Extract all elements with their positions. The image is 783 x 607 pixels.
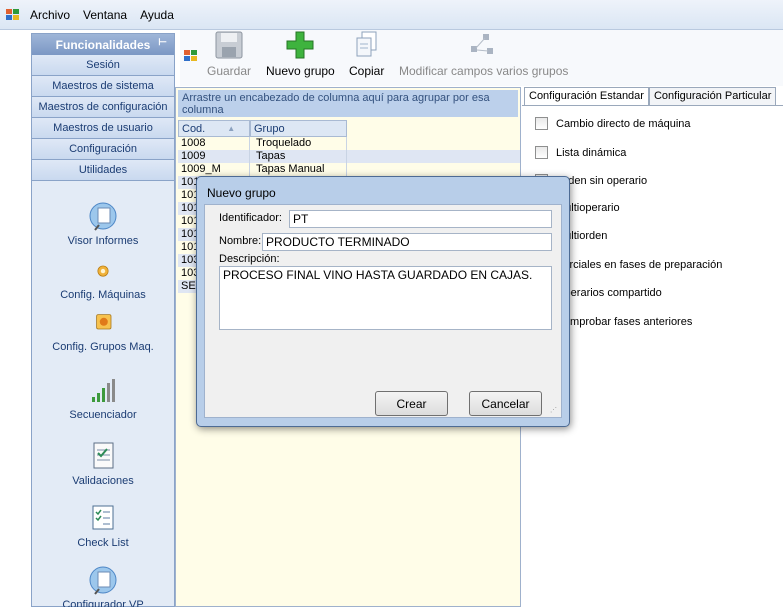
resize-grip-icon[interactable]: ⋰: [550, 406, 559, 415]
new-group-button[interactable]: Nuevo grupo: [266, 30, 335, 78]
option-label: Lista dinámica: [556, 146, 627, 159]
sidebar-item-utilidades[interactable]: Utilidades: [32, 160, 174, 181]
new-group-dialog: Nuevo grupo Identificador: PT Nombre: PR…: [196, 176, 570, 427]
tool-label: Validaciones: [72, 475, 134, 487]
signal-bars-icon: [92, 379, 115, 402]
tool-config-maquinas[interactable]: Config. Máquinas: [32, 263, 174, 313]
cancel-button[interactable]: Cancelar: [469, 391, 542, 416]
group-by-area[interactable]: Arrastre un encabezado de columna aquí p…: [178, 90, 518, 117]
tool-label: Secuenciador: [69, 409, 137, 421]
identifier-label: Identificador:: [219, 212, 282, 224]
copy-label: Copiar: [349, 64, 385, 78]
modify-fields-button[interactable]: Modificar campos varios grupos: [399, 30, 568, 78]
column-header-grupo[interactable]: Grupo: [250, 120, 347, 137]
document-check-icon: [93, 442, 114, 469]
cell-grupo: Tapas: [250, 150, 347, 163]
tool-check-list[interactable]: Check List: [32, 503, 174, 565]
identifier-field[interactable]: PT: [289, 210, 552, 228]
option-label: Cambio directo de máquina: [556, 117, 691, 130]
tool-label: Config. Grupos Maq.: [52, 341, 154, 353]
column-header-cod-label: Cod.: [182, 122, 206, 135]
sidebar: Funcionalidades ⊢ Sesión Maestros de sis…: [31, 33, 175, 607]
table-row[interactable]: 1009 Tapas: [178, 150, 520, 163]
network-icon: [470, 34, 493, 54]
tool-label: Config. Máquinas: [60, 289, 146, 301]
checkbox[interactable]: [535, 146, 548, 159]
menu-archivo[interactable]: Archivo: [30, 8, 70, 22]
tool-visor-informes[interactable]: Visor Informes: [32, 201, 174, 263]
tab-configuracion-particular[interactable]: Configuración Particular: [648, 87, 777, 105]
tool-label: Check List: [77, 537, 129, 549]
save-button[interactable]: Guardar: [207, 30, 251, 78]
tool-configurador-vp[interactable]: Configurador VP: [32, 565, 174, 607]
name-field[interactable]: PRODUCTO TERMINADO: [262, 233, 552, 251]
table-row[interactable]: 1009_M Tapas Manual: [178, 163, 520, 176]
dialog-title: Nuevo grupo: [207, 186, 276, 200]
sort-asc-icon: ▲: [227, 124, 236, 133]
toolbar-grip-icon: [184, 50, 198, 62]
save-label: Guardar: [207, 64, 252, 78]
new-group-label: Nuevo grupo: [266, 64, 335, 78]
sidebar-item-maestros-sistema[interactable]: Maestros de sistema: [32, 76, 174, 97]
cell-cod: 1009: [178, 150, 250, 163]
magnifier-doc-icon: [89, 566, 117, 595]
create-button[interactable]: Crear: [375, 391, 448, 416]
menu-ayuda[interactable]: Ayuda: [140, 8, 174, 22]
machine-group-icon: [96, 314, 112, 330]
sidebar-item-sesion[interactable]: Sesión: [32, 55, 174, 76]
dialog-body: Identificador: PT Nombre: PRODUCTO TERMI…: [204, 204, 562, 418]
copy-icon: [356, 31, 377, 57]
cell-grupo: Tapas Manual: [250, 163, 347, 176]
tool-label: Visor Informes: [67, 235, 139, 247]
tool-label: Configurador VP: [62, 599, 144, 607]
name-label: Nombre:: [219, 235, 262, 247]
checklist-icon: [92, 505, 114, 530]
modify-fields-label: Modificar campos varios grupos: [399, 64, 569, 78]
grid-header: Cod. ▲ Grupo: [178, 120, 520, 137]
pin-icon[interactable]: ⊢: [158, 37, 167, 48]
menu-ventana[interactable]: Ventana: [83, 8, 127, 22]
checkbox[interactable]: [535, 117, 548, 130]
option-lista-dinamica[interactable]: Lista dinámica: [535, 146, 626, 159]
cell-grupo: Troquelado: [250, 137, 347, 150]
sidebar-title: Funcionalidades: [55, 37, 151, 52]
sidebar-header: Funcionalidades ⊢: [32, 34, 174, 55]
tool-secuenciador[interactable]: Secuenciador: [32, 375, 174, 441]
option-cambio-directo[interactable]: Cambio directo de máquina: [535, 117, 691, 130]
column-header-cod[interactable]: Cod. ▲: [178, 120, 250, 137]
description-label: Descripción:: [219, 253, 280, 265]
tab-strip: Configuración Estandar Configuración Par…: [524, 87, 783, 105]
report-viewer-icon: [89, 202, 117, 231]
tool-validaciones[interactable]: Validaciones: [32, 441, 174, 503]
description-field[interactable]: PROCESO FINAL VINO HASTA GUARDADO EN CAJ…: [219, 266, 552, 330]
gear-icon: [97, 265, 109, 277]
app-icon: [6, 8, 20, 21]
option-label: Parciales en fases de preparación: [556, 258, 723, 271]
tab-configuracion-estandar[interactable]: Configuración Estandar: [524, 87, 649, 105]
option-label: Comprobar fases anteriores: [556, 315, 693, 328]
cell-cod: 1009_M: [178, 163, 250, 176]
tool-config-grupos-maq[interactable]: Config. Grupos Maq.: [32, 313, 174, 375]
sidebar-item-configuracion[interactable]: Configuración: [32, 139, 174, 160]
cell-cod: 1008: [178, 137, 250, 150]
menu-bar: Archivo Ventana Ayuda: [0, 0, 783, 30]
sidebar-item-maestros-configuracion[interactable]: Maestros de configuración: [32, 97, 174, 118]
table-row[interactable]: 1008 Troquelado: [178, 137, 520, 150]
sidebar-item-maestros-usuario[interactable]: Maestros de usuario: [32, 118, 174, 139]
toolbar: Guardar Nuevo grupo Copiar Modificar cam…: [180, 30, 783, 86]
plus-icon: [286, 31, 314, 59]
copy-button[interactable]: Copiar: [349, 30, 384, 78]
option-label: Operarios compartido: [556, 286, 662, 299]
save-icon: [215, 31, 243, 59]
